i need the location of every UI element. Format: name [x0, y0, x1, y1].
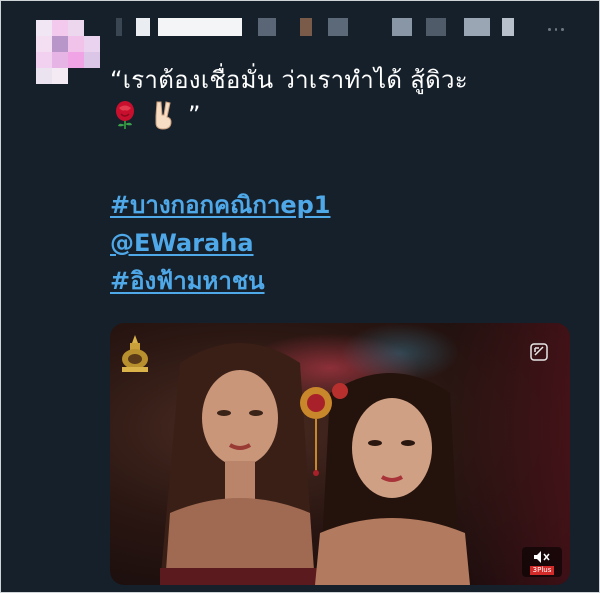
hashtag-list: #บางกอกคณิกาep1 @EWaraha #อิงฟ้ามหาชน [110, 186, 331, 300]
video-player[interactable]: 3Plus [110, 323, 570, 585]
rose-icon [116, 101, 134, 129]
author-name-blurred[interactable] [110, 18, 550, 38]
closing-quote: ” [188, 101, 201, 129]
hashtag-link[interactable]: #อิงฟ้ามหาชน [110, 262, 331, 300]
avatar[interactable] [36, 20, 100, 84]
sensitive-media-icon[interactable] [530, 343, 548, 361]
victory-hand-icon [155, 101, 172, 130]
hashtag-link[interactable]: #บางกอกคณิกาep1 [110, 186, 331, 224]
more-icon[interactable] [548, 28, 565, 32]
video-figure-right [300, 373, 470, 585]
tweet-text: “เราต้องเชื่อมั่น ว่าเราทำได้ สู้ดิวะ [110, 66, 468, 94]
seal-icon [122, 335, 148, 372]
channel-badge: 3Plus [529, 565, 555, 575]
mention-link[interactable]: @EWaraha [110, 224, 331, 262]
tweet-emoji-line: ” [110, 100, 200, 130]
mute-icon[interactable]: 3Plus [522, 547, 562, 577]
